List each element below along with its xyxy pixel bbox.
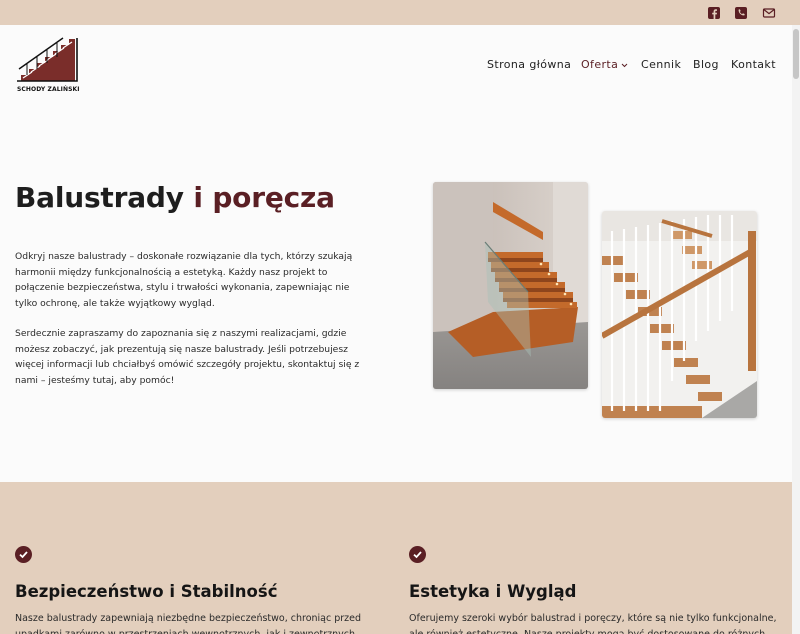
title-accent: i poręcza (193, 181, 335, 214)
logo-text: SCHODY ZALIŃSKI (17, 86, 80, 93)
feature-text-aesthetics: Oferujemy szeroki wybór balustrad i porę… (409, 613, 777, 634)
page-title: Balustrady i poręcza (15, 181, 335, 214)
page-scrollbar[interactable] (792, 25, 800, 634)
nav-kontakt[interactable]: Kontakt (731, 58, 776, 74)
check-icon (15, 546, 32, 563)
nav-oferta[interactable]: Oferta (581, 58, 628, 74)
hero-paragraph-2: Serdecznie zapraszamy do zapoznania się … (15, 328, 360, 386)
check-icon (409, 546, 426, 563)
feature-title-safety: Bezpieczeństwo i Stabilność (15, 582, 278, 601)
hero-paragraph-1: Odkryj nasze balustrady – doskonałe rozw… (15, 251, 353, 309)
chevron-down-icon (621, 58, 628, 75)
title-main: Balustrady (15, 181, 184, 214)
stairs-logo-icon (17, 37, 78, 82)
feature-title-aesthetics: Estetyka i Wygląd (409, 582, 577, 601)
mail-icon[interactable] (762, 5, 776, 19)
nav-cennik[interactable]: Cennik (641, 58, 681, 74)
facebook-icon[interactable] (707, 5, 721, 19)
feature-text-safety: Nasze balustrady zapewniają niezbędne be… (15, 613, 362, 634)
nav-home[interactable]: Strona główna (487, 58, 571, 74)
nav-oferta-label: Oferta (581, 58, 619, 71)
site-header: SCHODY ZALIŃSKI Strona główna Oferta Cen… (0, 25, 792, 115)
nav-blog[interactable]: Blog (693, 58, 719, 74)
scrollbar-thumb[interactable] (793, 29, 799, 79)
site-logo[interactable]: SCHODY ZALIŃSKI (15, 35, 81, 97)
phone-icon[interactable] (734, 5, 748, 19)
stairs-photo-white-balusters (602, 211, 757, 418)
top-contact-bar (0, 0, 800, 25)
stairs-photo-glass-balustrade (433, 182, 588, 389)
